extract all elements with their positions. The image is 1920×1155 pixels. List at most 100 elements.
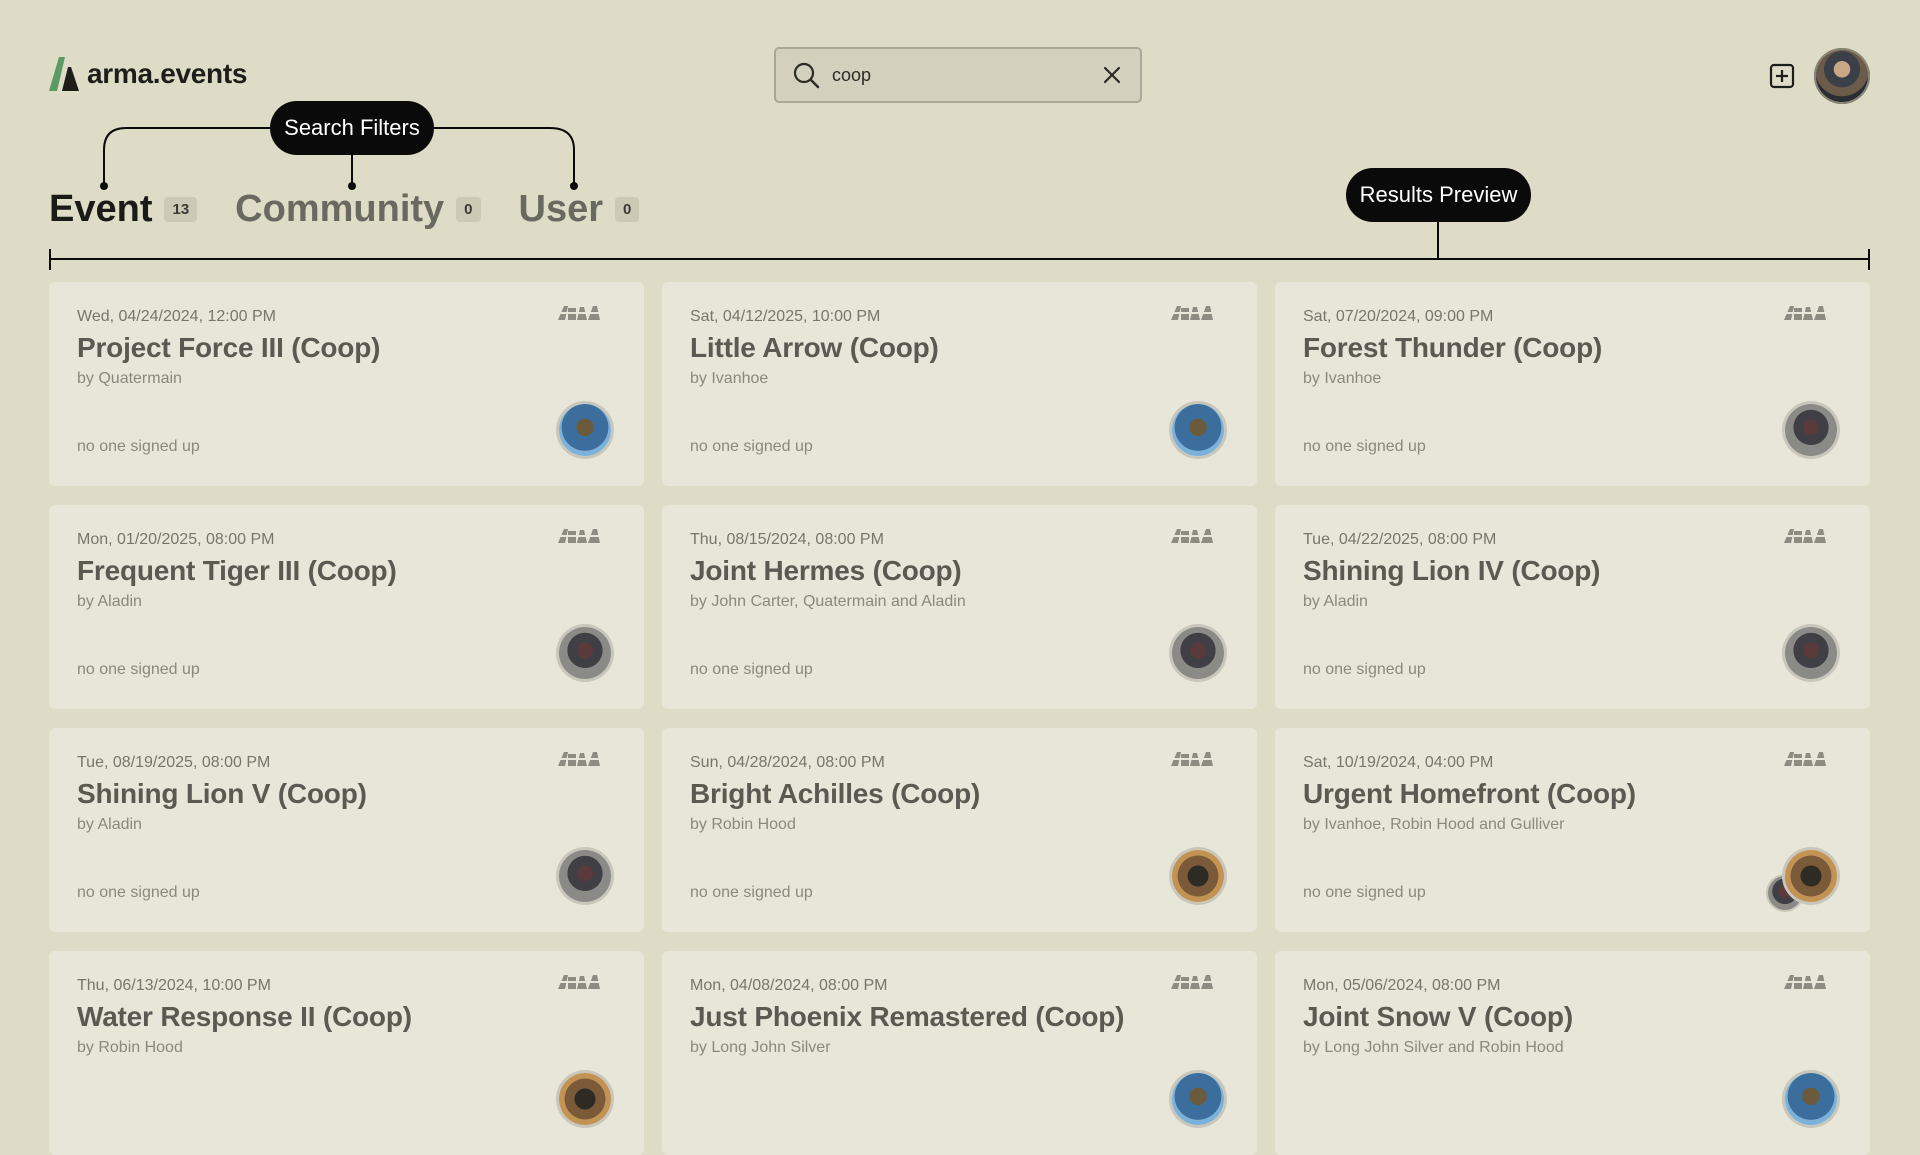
- event-title: Project Force III (Coop): [77, 332, 381, 363]
- arma-game-icon: [1782, 752, 1828, 766]
- signup-status: no one signed up: [690, 438, 813, 455]
- signup-status: no one signed up: [1303, 884, 1426, 901]
- event-date: Sat, 10/19/2024, 04:00 PM: [1303, 754, 1494, 771]
- arma-game-icon: [1782, 529, 1828, 543]
- event-organizers: by Long John Silver and Robin Hood: [1303, 1039, 1564, 1056]
- event-card[interactable]: Mon, 01/20/2025, 08:00 PM Frequent Tiger …: [49, 505, 644, 709]
- event-organizers: by Aladin: [77, 593, 142, 610]
- organizer-avatar: [1785, 627, 1837, 679]
- arma-game-icon: [556, 975, 602, 989]
- search-icon: [793, 62, 820, 89]
- event-date: Sat, 04/12/2025, 10:00 PM: [690, 308, 881, 325]
- event-card[interactable]: Tue, 08/19/2025, 08:00 PM Shining Lion V …: [49, 728, 644, 932]
- arma-game-icon: [556, 752, 602, 766]
- event-date: Thu, 08/15/2024, 08:00 PM: [690, 531, 884, 548]
- search-input[interactable]: [830, 63, 1100, 87]
- arma-game-icon: [1169, 306, 1215, 320]
- organizer-avatar: [1172, 627, 1224, 679]
- event-card[interactable]: Sat, 07/20/2024, 09:00 PM Forest Thunder …: [1275, 282, 1870, 486]
- tab-event[interactable]: Event 13: [49, 188, 198, 231]
- event-title: Joint Snow V (Coop): [1303, 1001, 1573, 1032]
- event-card[interactable]: Sun, 04/28/2024, 08:00 PM Bright Achilles…: [662, 728, 1257, 932]
- user-avatar[interactable]: [1814, 48, 1870, 104]
- app-name: arma.events: [87, 58, 248, 89]
- event-organizers: by Ivanhoe, Robin Hood and Gulliver: [1303, 816, 1565, 833]
- arma-game-icon: [556, 529, 602, 543]
- results-preview-callout: Results Preview: [1346, 168, 1531, 222]
- close-icon[interactable]: [1100, 63, 1124, 87]
- event-organizers: by John Carter, Quatermain and Aladin: [690, 593, 966, 610]
- tab-user[interactable]: User 0: [519, 188, 640, 231]
- search-filter-tabs: Event 13 Community 0 User 0: [49, 188, 677, 231]
- event-title: Just Phoenix Remastered (Coop): [690, 1001, 1125, 1032]
- tab-community-label: Community: [235, 188, 445, 230]
- event-title: Joint Hermes (Coop): [690, 555, 962, 586]
- event-organizers: by Ivanhoe: [690, 370, 769, 387]
- organizer-avatar: [1785, 850, 1837, 902]
- event-organizers: by Aladin: [1303, 593, 1368, 610]
- event-title: Shining Lion IV (Coop): [1303, 555, 1601, 586]
- event-date: Mon, 05/06/2024, 08:00 PM: [1303, 977, 1501, 994]
- event-organizers: by Robin Hood: [77, 1039, 183, 1056]
- organizer-avatar: [559, 404, 611, 456]
- event-card[interactable]: Sat, 10/19/2024, 04:00 PM Urgent Homefron…: [1275, 728, 1870, 932]
- event-title: Water Response II (Coop): [77, 1001, 412, 1032]
- tab-community-count: 0: [456, 197, 481, 222]
- signup-status: no one signed up: [1303, 661, 1426, 678]
- event-card[interactable]: Thu, 06/13/2024, 10:00 PM Water Response …: [49, 951, 644, 1155]
- event-card[interactable]: Thu, 08/15/2024, 08:00 PM Joint Hermes (C…: [662, 505, 1257, 709]
- tab-event-count: 13: [164, 197, 198, 222]
- tab-community[interactable]: Community 0: [235, 188, 481, 231]
- results-grid: Wed, 04/24/2024, 12:00 PM Project Force I…: [49, 282, 1870, 1155]
- search-bar: [774, 47, 1142, 103]
- signup-status: no one signed up: [77, 884, 200, 901]
- signup-status: no one signed up: [690, 661, 813, 678]
- event-date: Thu, 06/13/2024, 10:00 PM: [77, 977, 271, 994]
- organizer-avatar: [559, 850, 611, 902]
- event-date: Wed, 04/24/2024, 12:00 PM: [77, 308, 276, 325]
- event-organizers: by Long John Silver: [690, 1039, 831, 1056]
- arma-game-icon: [1169, 529, 1215, 543]
- event-card[interactable]: Wed, 04/24/2024, 12:00 PM Project Force I…: [49, 282, 644, 486]
- tab-event-label: Event: [49, 188, 153, 230]
- event-card[interactable]: Mon, 04/08/2024, 08:00 PM Just Phoenix Re…: [662, 951, 1257, 1155]
- arma-game-icon: [1782, 306, 1828, 320]
- event-date: Tue, 04/22/2025, 08:00 PM: [1303, 531, 1497, 548]
- event-title: Frequent Tiger III (Coop): [77, 555, 397, 586]
- event-date: Tue, 08/19/2025, 08:00 PM: [77, 754, 271, 771]
- search-filters-callout: Search Filters: [270, 101, 434, 155]
- event-organizers: by Aladin: [77, 816, 142, 833]
- tab-user-label: User: [518, 188, 604, 230]
- event-date: Mon, 04/08/2024, 08:00 PM: [690, 977, 888, 994]
- event-card[interactable]: Sat, 04/12/2025, 10:00 PM Little Arrow (C…: [662, 282, 1257, 486]
- arma-logo-icon: [49, 57, 79, 91]
- arma-game-icon: [1782, 975, 1828, 989]
- event-title: Shining Lion V (Coop): [77, 778, 367, 809]
- tab-user-count: 0: [615, 197, 640, 222]
- event-date: Sun, 04/28/2024, 08:00 PM: [690, 754, 885, 771]
- organizer-avatar: [1785, 404, 1837, 456]
- app-header: arma.events: [0, 0, 1920, 110]
- app-logo[interactable]: arma.events: [49, 57, 247, 91]
- signup-status: no one signed up: [1303, 438, 1426, 455]
- event-date: Sat, 07/20/2024, 09:00 PM: [1303, 308, 1494, 325]
- organizer-avatar: [1785, 1073, 1837, 1125]
- organizer-avatar: [559, 1073, 611, 1125]
- event-organizers: by Robin Hood: [690, 816, 796, 833]
- organizer-avatar: [559, 627, 611, 679]
- event-title: Urgent Homefront (Coop): [1303, 778, 1636, 809]
- signup-status: no one signed up: [690, 884, 813, 901]
- event-date: Mon, 01/20/2025, 08:00 PM: [77, 531, 275, 548]
- event-card[interactable]: Mon, 05/06/2024, 08:00 PM Joint Snow V (C…: [1275, 951, 1870, 1155]
- arma-game-icon: [556, 306, 602, 320]
- event-organizers: by Quatermain: [77, 370, 182, 387]
- organizer-avatar: [1172, 404, 1224, 456]
- plus-square-icon[interactable]: [1769, 63, 1795, 89]
- event-organizers: by Ivanhoe: [1303, 370, 1382, 387]
- event-card[interactable]: Tue, 04/22/2025, 08:00 PM Shining Lion IV…: [1275, 505, 1870, 709]
- organizer-avatar: [1172, 1073, 1224, 1125]
- arma-game-icon: [1169, 975, 1215, 989]
- arma-game-icon: [1169, 752, 1215, 766]
- signup-status: no one signed up: [77, 661, 200, 678]
- event-title: Forest Thunder (Coop): [1303, 332, 1603, 363]
